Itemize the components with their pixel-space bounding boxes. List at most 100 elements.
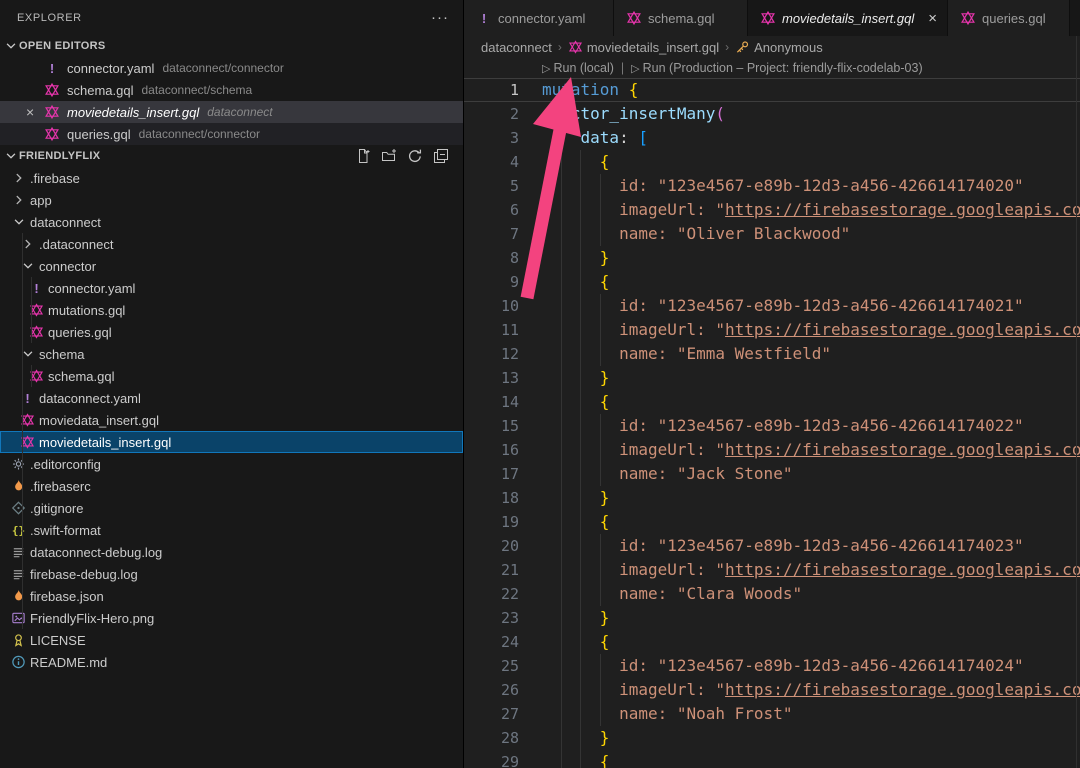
collapse-all-icon[interactable] bbox=[432, 148, 449, 165]
open-editor-item[interactable]: !connector.yamldataconnect/connector bbox=[0, 57, 463, 79]
close-icon[interactable]: × bbox=[26, 104, 44, 120]
tree-item--editorconfig[interactable]: .editorconfig bbox=[0, 453, 463, 475]
code-line-25[interactable]: 25 id: "123e4567-e89b-12d3-a456-42661417… bbox=[464, 654, 1080, 678]
editor-group: !connector.yamlschema.gqlmoviedetails_in… bbox=[463, 0, 1080, 768]
open-editor-item[interactable]: schema.gqldataconnect/schema bbox=[0, 79, 463, 101]
tab-queries-gql[interactable]: queries.gql bbox=[948, 0, 1070, 36]
tree-item-firebase-debug-log[interactable]: firebase-debug.log bbox=[0, 563, 463, 585]
indent-guide bbox=[561, 198, 562, 222]
log-icon bbox=[11, 566, 26, 582]
breadcrumb-item[interactable]: Anonymous bbox=[735, 40, 823, 55]
code-line-8[interactable]: 8 } bbox=[464, 246, 1080, 270]
tree-item-moviedata-insert-gql[interactable]: moviedata_insert.gql bbox=[0, 409, 463, 431]
explorer-sidebar: EXPLORER ··· OPEN EDITORS !connector.yam… bbox=[0, 0, 463, 768]
code-line-11[interactable]: 11 imageUrl: "https://firebasestorage.go… bbox=[464, 318, 1080, 342]
tree-item--dataconnect[interactable]: .dataconnect bbox=[0, 233, 463, 255]
tree-item-license[interactable]: LICENSE bbox=[0, 629, 463, 651]
tree-item-app[interactable]: app bbox=[0, 189, 463, 211]
tab-moviedetails-insert-gql[interactable]: moviedetails_insert.gql × bbox=[748, 0, 948, 36]
tree-item--gitignore[interactable]: .gitignore bbox=[0, 497, 463, 519]
graphql-icon bbox=[568, 40, 583, 55]
breadcrumb-item[interactable]: moviedetails_insert.gql bbox=[568, 40, 719, 55]
tree-item-label: FriendlyFlix-Hero.png bbox=[30, 611, 154, 626]
tree-item--firebase[interactable]: .firebase bbox=[0, 167, 463, 189]
more-actions-icon[interactable]: ··· bbox=[431, 13, 449, 23]
tree-item--swift-format[interactable]: {}.swift-format bbox=[0, 519, 463, 541]
run-icon: ▷ bbox=[542, 62, 550, 75]
code-line-content: mutation { bbox=[519, 79, 638, 101]
file-name: schema.gql bbox=[67, 83, 133, 98]
graphql-icon bbox=[760, 10, 776, 26]
tab-connector-yaml[interactable]: !connector.yaml bbox=[464, 0, 614, 36]
code-line-29[interactable]: 29 { bbox=[464, 750, 1080, 768]
code-line-26[interactable]: 26 imageUrl: "https://firebasestorage.go… bbox=[464, 678, 1080, 702]
code-line-18[interactable]: 18 } bbox=[464, 486, 1080, 510]
code-line-6[interactable]: 6 imageUrl: "https://firebasestorage.goo… bbox=[464, 198, 1080, 222]
code-line-4[interactable]: 4 { bbox=[464, 150, 1080, 174]
open-editor-item[interactable]: queries.gqldataconnect/connector bbox=[0, 123, 463, 145]
code-line-9[interactable]: 9 { bbox=[464, 270, 1080, 294]
close-icon[interactable]: × bbox=[928, 11, 937, 26]
tab-label: queries.gql bbox=[982, 11, 1046, 26]
tree-item-schema-gql[interactable]: schema.gql bbox=[0, 365, 463, 387]
file-name: queries.gql bbox=[67, 127, 131, 142]
tree-item-dataconnect-debug-log[interactable]: dataconnect-debug.log bbox=[0, 541, 463, 563]
tree-item--firebaserc[interactable]: .firebaserc bbox=[0, 475, 463, 497]
open-editors-section-header[interactable]: OPEN EDITORS bbox=[0, 35, 463, 57]
tree-item-friendlyflix-hero-png[interactable]: FriendlyFlix-Hero.png bbox=[0, 607, 463, 629]
code-line-12[interactable]: 12 name: "Emma Westfield" bbox=[464, 342, 1080, 366]
tree-item-connector-yaml[interactable]: !connector.yaml bbox=[0, 277, 463, 299]
codelens-link[interactable]: ▷Run (local) bbox=[542, 61, 614, 75]
tab-label: moviedetails_insert.gql bbox=[782, 11, 914, 26]
tree-item-dataconnect[interactable]: dataconnect bbox=[0, 211, 463, 233]
indent-guide bbox=[580, 150, 581, 174]
line-number: 17 bbox=[464, 462, 519, 486]
code-line-24[interactable]: 24 { bbox=[464, 630, 1080, 654]
code-line-17[interactable]: 17 name: "Jack Stone" bbox=[464, 462, 1080, 486]
code-line-19[interactable]: 19 { bbox=[464, 510, 1080, 534]
code-line-28[interactable]: 28 } bbox=[464, 726, 1080, 750]
indent-guide bbox=[580, 702, 581, 726]
code-line-23[interactable]: 23 } bbox=[464, 606, 1080, 630]
tree-item-moviedetails-insert-gql[interactable]: moviedetails_insert.gql bbox=[0, 431, 463, 453]
code-line-2[interactable]: 2 actor_insertMany( bbox=[464, 102, 1080, 126]
tree-item-readme-md[interactable]: README.md bbox=[0, 651, 463, 673]
tab-schema-gql[interactable]: schema.gql bbox=[614, 0, 748, 36]
open-editor-item[interactable]: ×moviedetails_insert.gqldataconnect bbox=[0, 101, 463, 123]
code-line-5[interactable]: 5 id: "123e4567-e89b-12d3-a456-426614174… bbox=[464, 174, 1080, 198]
tree-item-mutations-gql[interactable]: mutations.gql bbox=[0, 299, 463, 321]
tree-item-firebase-json[interactable]: firebase.json bbox=[0, 585, 463, 607]
tree-item-queries-gql[interactable]: queries.gql bbox=[0, 321, 463, 343]
new-folder-icon[interactable] bbox=[380, 148, 397, 165]
code-line-27[interactable]: 27 name: "Noah Frost" bbox=[464, 702, 1080, 726]
tree-item-connector[interactable]: connector bbox=[0, 255, 463, 277]
code-line-22[interactable]: 22 name: "Clara Woods" bbox=[464, 582, 1080, 606]
breadcrumb-item[interactable]: dataconnect bbox=[481, 40, 552, 55]
code-line-content: } bbox=[519, 366, 609, 390]
graphql-icon bbox=[626, 10, 642, 26]
code-line-content: } bbox=[519, 246, 609, 270]
code-line-14[interactable]: 14 { bbox=[464, 390, 1080, 414]
code-line-15[interactable]: 15 id: "123e4567-e89b-12d3-a456-42661417… bbox=[464, 414, 1080, 438]
tree-item-schema[interactable]: schema bbox=[0, 343, 463, 365]
code-editor[interactable]: 1mutation {2 actor_insertMany(3 data: [4… bbox=[464, 78, 1080, 768]
code-line-3[interactable]: 3 data: [ bbox=[464, 126, 1080, 150]
tree-indent-guide bbox=[31, 277, 32, 343]
code-line-13[interactable]: 13 } bbox=[464, 366, 1080, 390]
codelens-link[interactable]: ▷Run (Production – Project: friendly-fli… bbox=[631, 61, 922, 75]
code-line-21[interactable]: 21 imageUrl: "https://firebasestorage.go… bbox=[464, 558, 1080, 582]
code-line-20[interactable]: 20 id: "123e4567-e89b-12d3-a456-42661417… bbox=[464, 534, 1080, 558]
line-number: 8 bbox=[464, 246, 519, 270]
code-line-10[interactable]: 10 id: "123e4567-e89b-12d3-a456-42661417… bbox=[464, 294, 1080, 318]
code-line-content: { bbox=[519, 630, 609, 654]
code-line-16[interactable]: 16 imageUrl: "https://firebasestorage.go… bbox=[464, 438, 1080, 462]
breadcrumb-label: Anonymous bbox=[754, 40, 823, 55]
line-number: 3 bbox=[464, 126, 519, 150]
line-number: 22 bbox=[464, 582, 519, 606]
refresh-icon[interactable] bbox=[406, 148, 423, 165]
new-file-icon[interactable] bbox=[354, 148, 371, 165]
workspace-section-header[interactable]: FRIENDLYFLIX bbox=[0, 145, 463, 167]
code-line-7[interactable]: 7 name: "Oliver Blackwood" bbox=[464, 222, 1080, 246]
code-line-1[interactable]: 1mutation { bbox=[464, 78, 1080, 102]
tree-item-dataconnect-yaml[interactable]: !dataconnect.yaml bbox=[0, 387, 463, 409]
